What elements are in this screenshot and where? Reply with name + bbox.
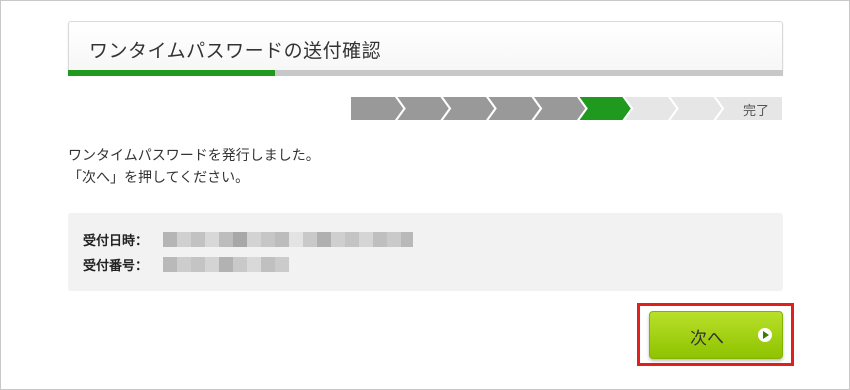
step-indicator: 完了 bbox=[350, 96, 783, 121]
receipt-info-box: 受付日時： 受付番号： bbox=[68, 213, 783, 291]
next-button-label: 次へ bbox=[690, 329, 724, 349]
step-chevrons bbox=[350, 96, 783, 121]
progress-bar bbox=[68, 70, 783, 76]
receipt-number-label: 受付番号： bbox=[83, 258, 149, 274]
receipt-number-row: 受付番号： bbox=[83, 254, 289, 274]
step-1 bbox=[350, 96, 406, 121]
received-datetime-row: 受付日時： bbox=[83, 229, 413, 249]
page-header: ワンタイムパスワードの送付確認 bbox=[68, 21, 783, 74]
received-datetime-label: 受付日時： bbox=[83, 233, 149, 249]
received-datetime-value-redacted bbox=[163, 231, 413, 247]
page-title: ワンタイムパスワードの送付確認 bbox=[89, 40, 382, 62]
progress-bar-fill bbox=[68, 70, 276, 76]
arrow-right-circle-icon bbox=[758, 328, 772, 342]
receipt-number-value-redacted bbox=[163, 256, 289, 272]
step-complete-label: 完了 bbox=[742, 104, 769, 119]
instruction-message: ワンタイムパスワードを発行しました。 「次へ」を押してください。 bbox=[68, 145, 320, 189]
message-line-2: 「次へ」を押してください。 bbox=[68, 170, 250, 186]
next-button[interactable]: 次へ bbox=[649, 311, 783, 359]
message-line-1: ワンタイムパスワードを発行しました。 bbox=[68, 148, 320, 164]
